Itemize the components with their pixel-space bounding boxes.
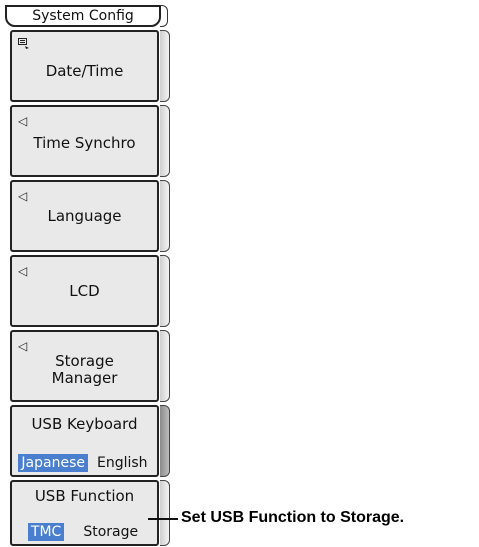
softkey-rail: [160, 180, 170, 252]
softkey-label: Date/Time: [45, 62, 124, 80]
keyboard-icon: [18, 38, 29, 49]
softkey-rail: [160, 480, 170, 546]
softkey-date-time[interactable]: Date/Time: [10, 30, 159, 102]
softkey-label: USB Keyboard: [31, 415, 138, 433]
triangle-left-icon: ◁: [18, 189, 28, 203]
softkey-usb-keyboard[interactable]: USB Keyboard Japanese English: [10, 405, 159, 477]
menu-title-label: System Config: [32, 8, 134, 24]
softkey-rail: [160, 405, 170, 477]
triangle-left-icon: ◁: [18, 339, 28, 353]
triangle-left-icon: ◁: [18, 264, 28, 278]
triangle-left-icon: ◁: [18, 114, 28, 128]
usb-function-options: TMC Storage: [12, 523, 157, 541]
softkey-label: Storage Manager: [51, 352, 118, 387]
callout-annotation: Set USB Function to Storage.: [181, 509, 405, 526]
menu-title: System Config: [5, 5, 161, 27]
softkey-rail: [160, 255, 170, 327]
softkey-language[interactable]: ◁ Language: [10, 180, 159, 252]
option-japanese[interactable]: Japanese: [18, 454, 88, 472]
title-rail: [160, 5, 168, 27]
usb-keyboard-options: Japanese English: [12, 454, 157, 472]
softkey-lcd[interactable]: ◁ LCD: [10, 255, 159, 327]
option-tmc[interactable]: TMC: [27, 523, 65, 541]
softkey-rail: [160, 330, 170, 402]
option-english[interactable]: English: [94, 454, 151, 472]
softkey-label: Language: [47, 207, 122, 225]
system-config-menu: System Config Date/Time ◁ Time Synchro ◁…: [0, 0, 175, 547]
softkey-rail: [160, 105, 170, 177]
callout-line: [148, 518, 178, 520]
softkey-time-synchro[interactable]: ◁ Time Synchro: [10, 105, 159, 177]
softkey-rail: [160, 30, 170, 102]
softkey-label: LCD: [69, 282, 100, 300]
softkey-label: Time Synchro: [33, 134, 136, 152]
softkey-storage-manager[interactable]: ◁ Storage Manager: [10, 330, 159, 402]
softkey-usb-function[interactable]: USB Function TMC Storage: [10, 480, 159, 546]
option-storage[interactable]: Storage: [80, 523, 141, 541]
softkey-label: USB Function: [34, 487, 135, 505]
